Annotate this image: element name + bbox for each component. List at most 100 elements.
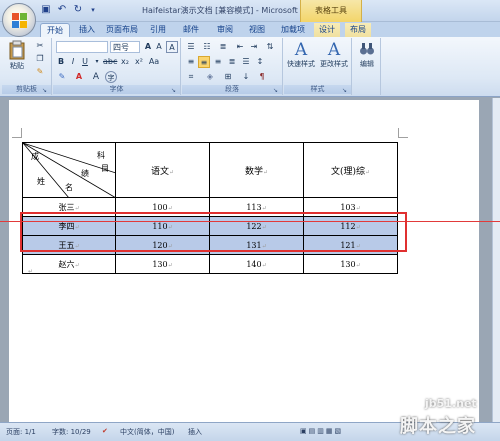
column-header-math[interactable]: 数学↵ (209, 142, 304, 198)
score-cell[interactable]: 140↵ (209, 254, 304, 274)
customize-qat-icon[interactable]: ▾ (87, 4, 99, 16)
subscript-icon[interactable]: x₂ (119, 56, 131, 68)
bold-icon[interactable]: B (56, 56, 66, 68)
tab-add-ins[interactable]: 加载项 (277, 23, 309, 37)
editing-button[interactable]: 编辑 (354, 40, 380, 76)
paste-button[interactable]: 粘贴 (6, 40, 28, 76)
increase-indent-icon[interactable]: ⇥ (248, 41, 260, 53)
multilevel-list-icon[interactable]: ≣ (217, 41, 229, 53)
tab-references[interactable]: 引用 (145, 23, 171, 37)
diagonal-header-cell[interactable]: 成 科 绩 目 姓 名 (22, 142, 116, 198)
score-cell[interactable]: 130↵ (115, 254, 210, 274)
student-name-cell[interactable]: 赵六 ↵ (22, 254, 116, 274)
italic-icon[interactable]: I (68, 56, 78, 68)
underline-icon[interactable]: U (80, 56, 90, 68)
score-table[interactable]: 成 科 绩 目 姓 名 语文↵ 数学↵ 文(理)综↵ 张三↵ 100↵ 113↵… (22, 142, 398, 274)
tab-page-layout[interactable]: 页面布局 (102, 23, 142, 37)
paragraph-launcher-icon[interactable]: ↘ (273, 87, 280, 94)
font-group: 四号 A A A B I U ▾ abc x₂ x² Aa ✎ A A 字 字体… (53, 38, 181, 95)
font-name-select[interactable] (56, 41, 108, 53)
save-icon[interactable]: ▣ (40, 4, 52, 16)
numbering-icon[interactable]: ☷ (201, 41, 213, 53)
editing-label: 编辑 (360, 60, 374, 68)
diag-text-xing: 姓 (37, 177, 45, 186)
char-border-icon[interactable]: A (166, 41, 178, 53)
diag-text-ming: 名 (65, 183, 73, 192)
styles-launcher-icon[interactable]: ↘ (342, 87, 349, 94)
bullets-icon[interactable]: ☰ (185, 41, 197, 53)
column-header-label: 数学 (244, 166, 263, 177)
tab-mailings[interactable]: 邮件 (178, 23, 204, 37)
quick-styles-button[interactable]: A 快速样式 (286, 40, 316, 76)
view-buttons-icon[interactable]: ▣▤▥▦▧ (300, 427, 343, 435)
decrease-indent-icon[interactable]: ⇤ (234, 41, 246, 53)
tab-review[interactable]: 审阅 (212, 23, 238, 37)
underline-dropdown-icon[interactable]: ▾ (92, 56, 102, 68)
cut-icon[interactable]: ✂ (34, 40, 46, 52)
proofing-icon[interactable]: ✔ (102, 427, 108, 435)
status-insert-mode[interactable]: 插入 (188, 427, 202, 437)
superscript-icon[interactable]: x² (133, 56, 145, 68)
borders-icon[interactable]: ⊞ (222, 71, 234, 83)
undo-icon[interactable]: ↶ (56, 4, 68, 16)
shading-icon[interactable]: ◈ (204, 71, 216, 83)
format-painter-icon[interactable]: ✎ (34, 66, 46, 78)
strikethrough-icon[interactable]: abc (103, 56, 117, 68)
justify-icon[interactable]: ≣ (226, 56, 238, 68)
column-header-label: 语文 (150, 166, 169, 177)
show-marks-icon[interactable]: ¶ (256, 71, 268, 83)
tab-design[interactable]: 设计 (314, 23, 340, 37)
highlight-icon[interactable]: ✎ (56, 71, 68, 83)
asian-layout-icon[interactable]: ⌗ (185, 71, 197, 83)
font-size-select[interactable]: 四号 (110, 41, 140, 53)
align-center-icon[interactable]: ≡ (198, 56, 210, 68)
change-styles-button[interactable]: A 更改样式 (318, 40, 350, 76)
column-header-chinese[interactable]: 语文↵ (115, 142, 210, 198)
tab-view[interactable]: 视图 (244, 23, 270, 37)
copy-icon[interactable]: ❐ (34, 53, 46, 65)
paste-icon (9, 40, 25, 60)
score-value: 130 (340, 259, 356, 269)
redo-icon[interactable]: ↻ (72, 4, 84, 16)
change-case-icon[interactable]: Aa (148, 56, 160, 68)
diag-text-cheng: 成 (31, 152, 39, 161)
title-bar: ▣ ↶ ↻ ▾ Haifeistar演示文档 [兼容模式] - Microsof… (0, 0, 500, 37)
watermark-site: 脚本之家 (400, 416, 476, 437)
char-shading-icon[interactable]: A (90, 71, 102, 83)
status-page[interactable]: 页面: 1/1 (6, 427, 36, 437)
line-spacing-icon[interactable]: ↕ (254, 56, 266, 68)
align-right-icon[interactable]: ≡ (212, 56, 224, 68)
tab-layout[interactable]: 布局 (345, 23, 371, 37)
diag-text-ji: 绩 (81, 169, 89, 178)
table-tools-context: 表格工具 (300, 0, 362, 22)
paste-label: 粘贴 (10, 62, 24, 70)
paragraph-group-label: 段落 (182, 85, 282, 94)
tab-insert[interactable]: 插入 (74, 23, 100, 37)
column-header-comprehensive[interactable]: 文(理)综↵ (303, 142, 398, 198)
score-value: 103 (340, 202, 356, 212)
clipboard-launcher-icon[interactable]: ↘ (42, 87, 49, 94)
sort-text-icon[interactable]: ↓ (240, 71, 252, 83)
tab-home[interactable]: 开始 (40, 23, 70, 37)
clipboard-group: 粘贴 ✂ ❐ ✎ 剪贴板 ↘ (2, 38, 52, 95)
font-launcher-icon[interactable]: ↘ (171, 87, 178, 94)
enclose-char-icon[interactable]: 字 (105, 71, 117, 83)
font-color-icon[interactable]: A (73, 71, 85, 83)
diag-text-mu: 目 (101, 164, 109, 173)
paragraph-group: ☰ ☷ ≣ ⇤ ⇥ ⇅ ≡ ≡ ≡ ≣ ☰ ↕ ⌗ ◈ ⊞ ↓ ¶ 段落 ↘ (182, 38, 283, 95)
paragraph-mark: ↵ (28, 268, 34, 275)
styles-group-label: 样式 (284, 85, 351, 94)
score-cell[interactable]: 130↵ (303, 254, 398, 274)
status-word-count[interactable]: 字数: 10/29 (52, 427, 91, 437)
vertical-scrollbar[interactable] (492, 98, 500, 422)
grow-font-icon[interactable]: A (143, 41, 153, 53)
distribute-icon[interactable]: ☰ (240, 56, 252, 68)
margin-mark (12, 128, 22, 138)
shrink-font-icon[interactable]: A (154, 41, 164, 53)
align-left-icon[interactable]: ≡ (185, 56, 197, 68)
office-button[interactable] (2, 3, 36, 37)
table-row: 赵六 ↵ 130↵ 140↵ 130↵ (22, 254, 398, 274)
sort-icon[interactable]: ⇅ (264, 41, 276, 53)
status-language[interactable]: 中文(简体，中国) (120, 427, 174, 437)
margin-mark (398, 128, 408, 138)
